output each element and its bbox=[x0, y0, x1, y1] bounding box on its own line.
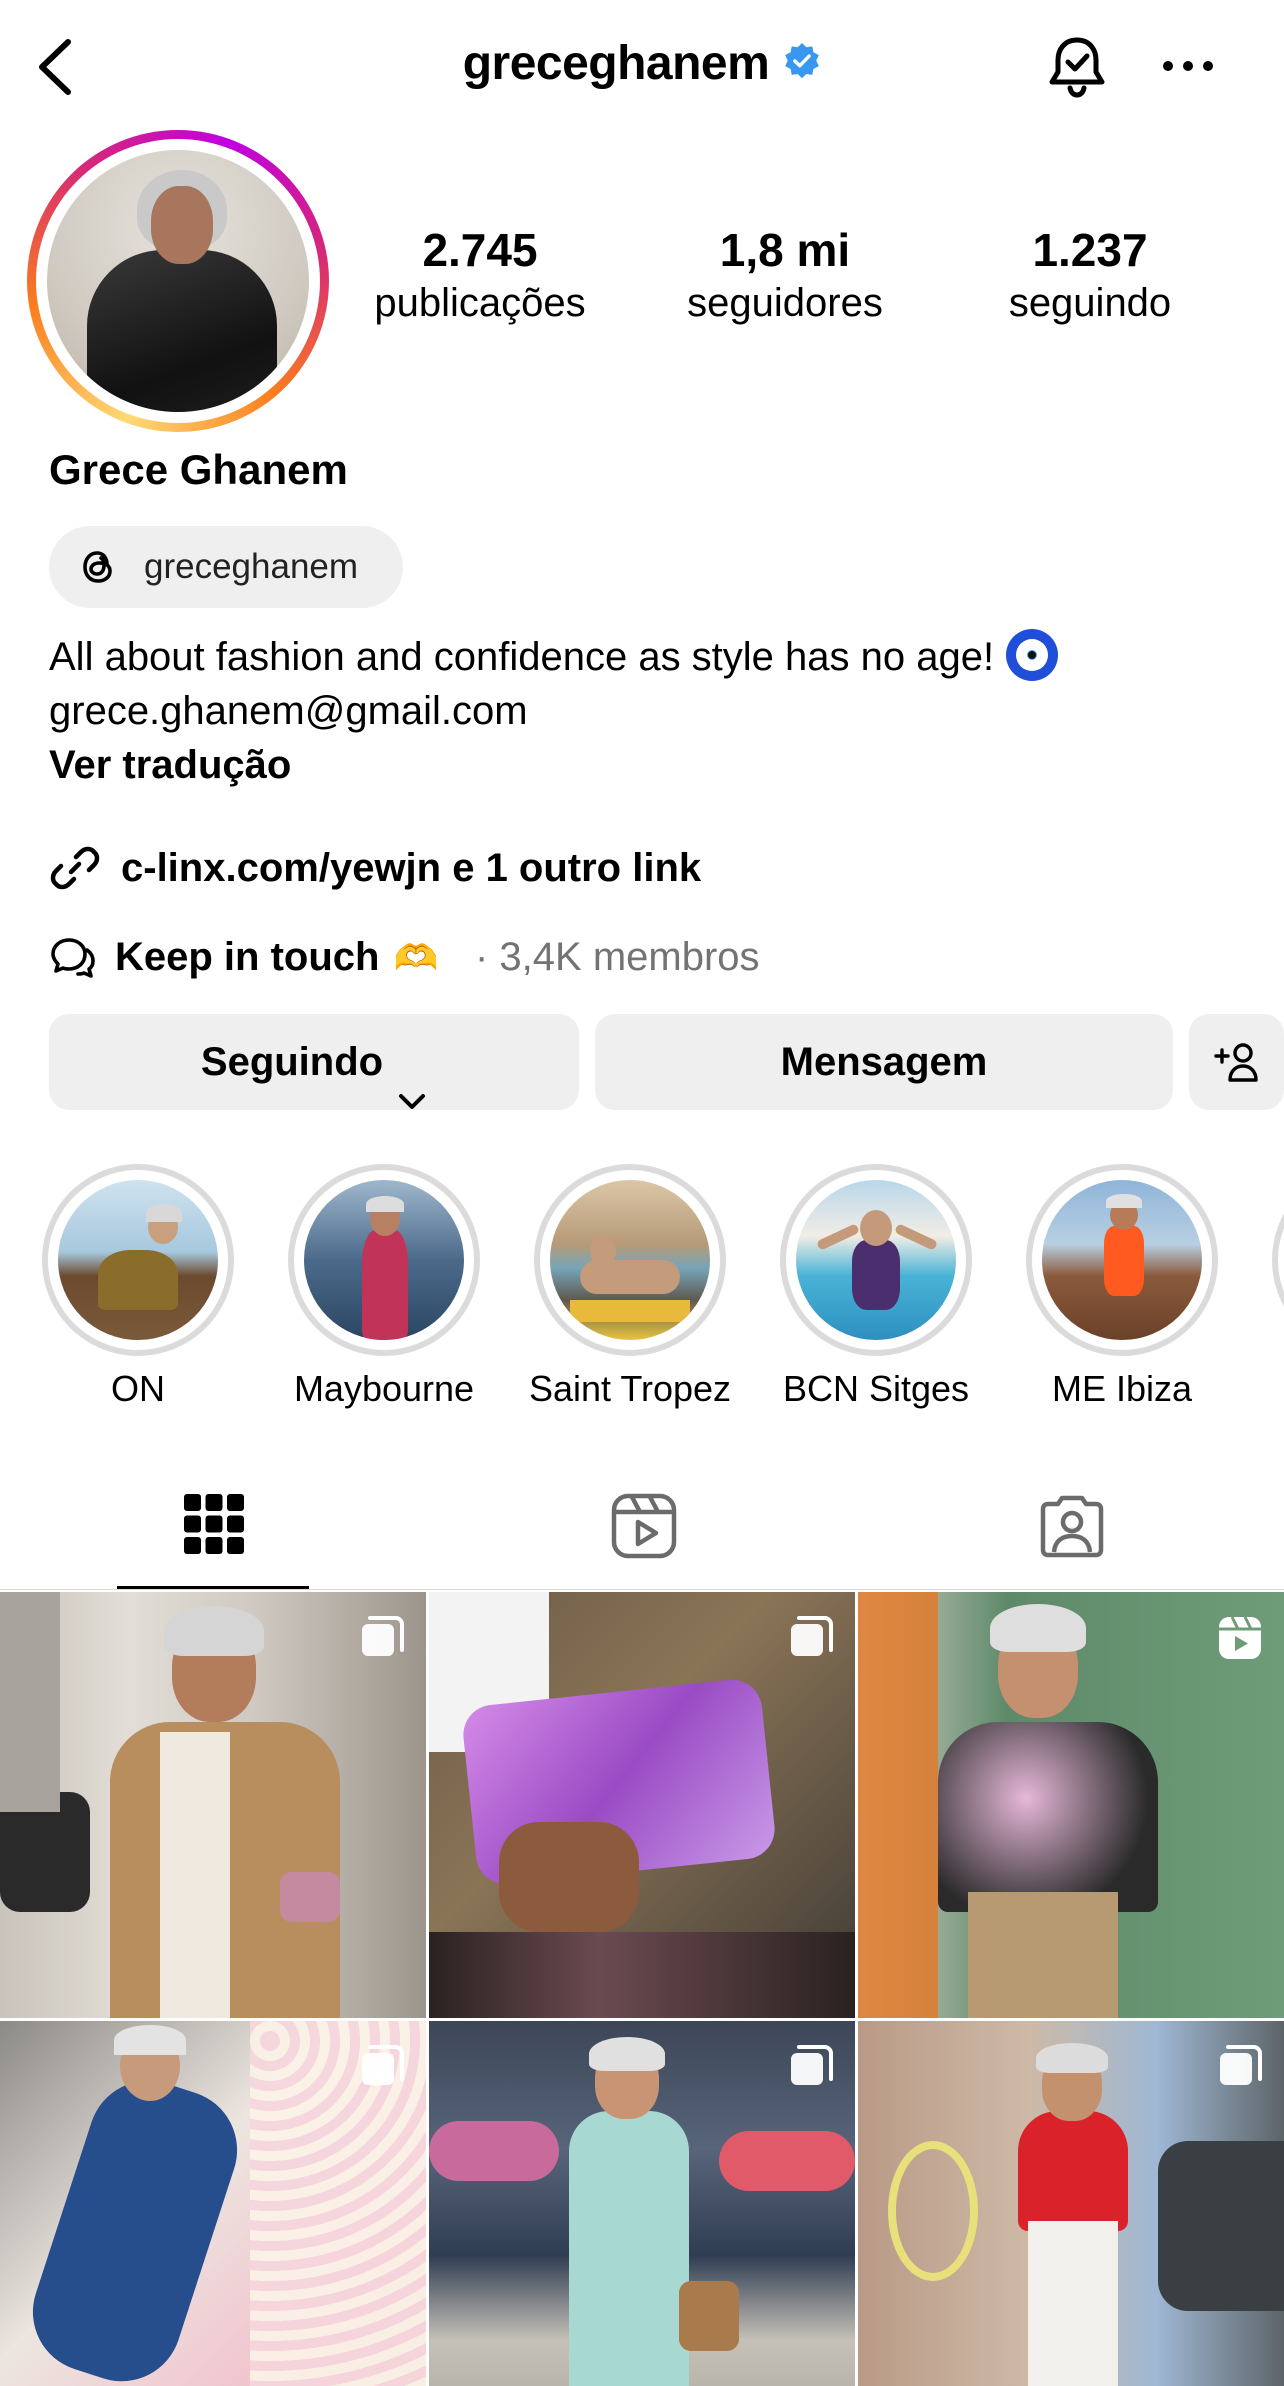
bio: All about fashion and confidence as styl… bbox=[49, 629, 1249, 792]
tab-posts-grid[interactable] bbox=[0, 1480, 428, 1590]
channel-member-count: · 3,4K membros bbox=[475, 935, 760, 979]
highlight-label: ME Ibiza bbox=[1051, 1368, 1193, 1409]
notification-bell-icon[interactable] bbox=[1040, 30, 1114, 104]
add-person-icon bbox=[1214, 1043, 1258, 1082]
post-tile[interactable] bbox=[858, 2021, 1284, 2386]
carousel-icon bbox=[787, 1614, 835, 1662]
following-button[interactable]: Seguindo bbox=[49, 1014, 579, 1110]
avatar bbox=[47, 150, 309, 412]
profile-actions: Seguindo Mensagem bbox=[49, 1014, 1284, 1110]
profile-stats: 2.745 publicações 1,8 mi seguidores 1.23… bbox=[350, 222, 1250, 342]
chevron-down-icon bbox=[397, 1051, 427, 1110]
following-label: Seguindo bbox=[200, 1040, 384, 1084]
reels-icon bbox=[611, 1493, 677, 1559]
heart-hands-emoji-icon: 🫶 bbox=[393, 937, 439, 978]
stat-posts-label: publicações bbox=[374, 281, 586, 325]
nazar-eye-emoji-icon bbox=[1006, 629, 1059, 682]
posts-grid bbox=[0, 1592, 1284, 2386]
story-highlights: ON Maybourne Saint Tropez BCN Sitges ME … bbox=[0, 1160, 1284, 1420]
stat-posts[interactable]: 2.745 publicações bbox=[350, 222, 610, 328]
highlight-cover bbox=[550, 1180, 710, 1340]
more-options-icon[interactable] bbox=[1160, 46, 1216, 86]
message-label: Mensagem bbox=[780, 1040, 988, 1084]
highlight-cover bbox=[1042, 1180, 1202, 1340]
bio-email[interactable]: grece.ghanem@gmail.com bbox=[49, 684, 1249, 738]
tab-tagged[interactable] bbox=[856, 1480, 1284, 1590]
stat-following-label: seguindo bbox=[1008, 281, 1172, 325]
highlight-cover bbox=[796, 1180, 956, 1340]
grid-icon bbox=[184, 1494, 244, 1554]
carousel-icon bbox=[1216, 2043, 1264, 2091]
link-icon bbox=[49, 842, 101, 894]
profile-header: greceghanem bbox=[0, 0, 1284, 134]
post-tile[interactable] bbox=[0, 2021, 426, 2386]
external-link-text: c-linx.com/yewjn e 1 outro link bbox=[121, 846, 702, 890]
reel-icon bbox=[1216, 1614, 1264, 1662]
threads-handle: greceghanem bbox=[144, 547, 359, 586]
stat-followers-value: 1,8 mi bbox=[719, 224, 851, 276]
display-name: Grece Ghanem bbox=[49, 446, 348, 493]
highlight-label: BCN Sitges bbox=[782, 1368, 970, 1409]
username-title: greceghanem bbox=[462, 37, 770, 90]
highlight-label: Maybourne bbox=[293, 1368, 475, 1409]
stat-following[interactable]: 1.237 seguindo bbox=[960, 222, 1220, 328]
threads-icon bbox=[77, 546, 119, 588]
bio-text: All about fashion and confidence as styl… bbox=[49, 635, 995, 679]
highlight-cover bbox=[304, 1180, 464, 1340]
stat-posts-value: 2.745 bbox=[422, 224, 538, 276]
translate-link[interactable]: Ver tradução bbox=[49, 738, 1249, 792]
threads-badge[interactable]: greceghanem bbox=[49, 526, 403, 608]
verified-badge-icon bbox=[783, 42, 821, 80]
stat-followers[interactable]: 1,8 mi seguidores bbox=[655, 222, 915, 328]
tagged-person-icon bbox=[1040, 1495, 1104, 1558]
highlight-label: ON bbox=[111, 1368, 165, 1409]
stat-followers-label: seguidores bbox=[687, 281, 883, 325]
highlight-cover bbox=[58, 1180, 218, 1340]
profile-tabs bbox=[0, 1480, 1284, 1590]
channel-name: Keep in touch bbox=[115, 935, 380, 979]
post-tile[interactable] bbox=[429, 1592, 855, 2018]
carousel-icon bbox=[358, 1614, 406, 1662]
tab-reels[interactable] bbox=[428, 1480, 856, 1590]
broadcast-channel-row[interactable]: Keep in touch 🫶 · 3,4K membros bbox=[49, 926, 1149, 984]
stat-following-value: 1.237 bbox=[1032, 224, 1148, 276]
post-tile[interactable] bbox=[858, 1592, 1284, 2018]
highlight-label: Saint Tropez bbox=[528, 1368, 732, 1409]
suggested-users-button[interactable] bbox=[1189, 1014, 1284, 1110]
avatar-story-ring[interactable] bbox=[27, 130, 329, 432]
carousel-icon bbox=[787, 2043, 835, 2091]
carousel-icon bbox=[358, 2043, 406, 2091]
post-tile[interactable] bbox=[429, 2021, 855, 2386]
post-tile[interactable] bbox=[0, 1592, 426, 2018]
message-button[interactable]: Mensagem bbox=[595, 1014, 1173, 1110]
broadcast-channel-icon bbox=[49, 934, 97, 982]
